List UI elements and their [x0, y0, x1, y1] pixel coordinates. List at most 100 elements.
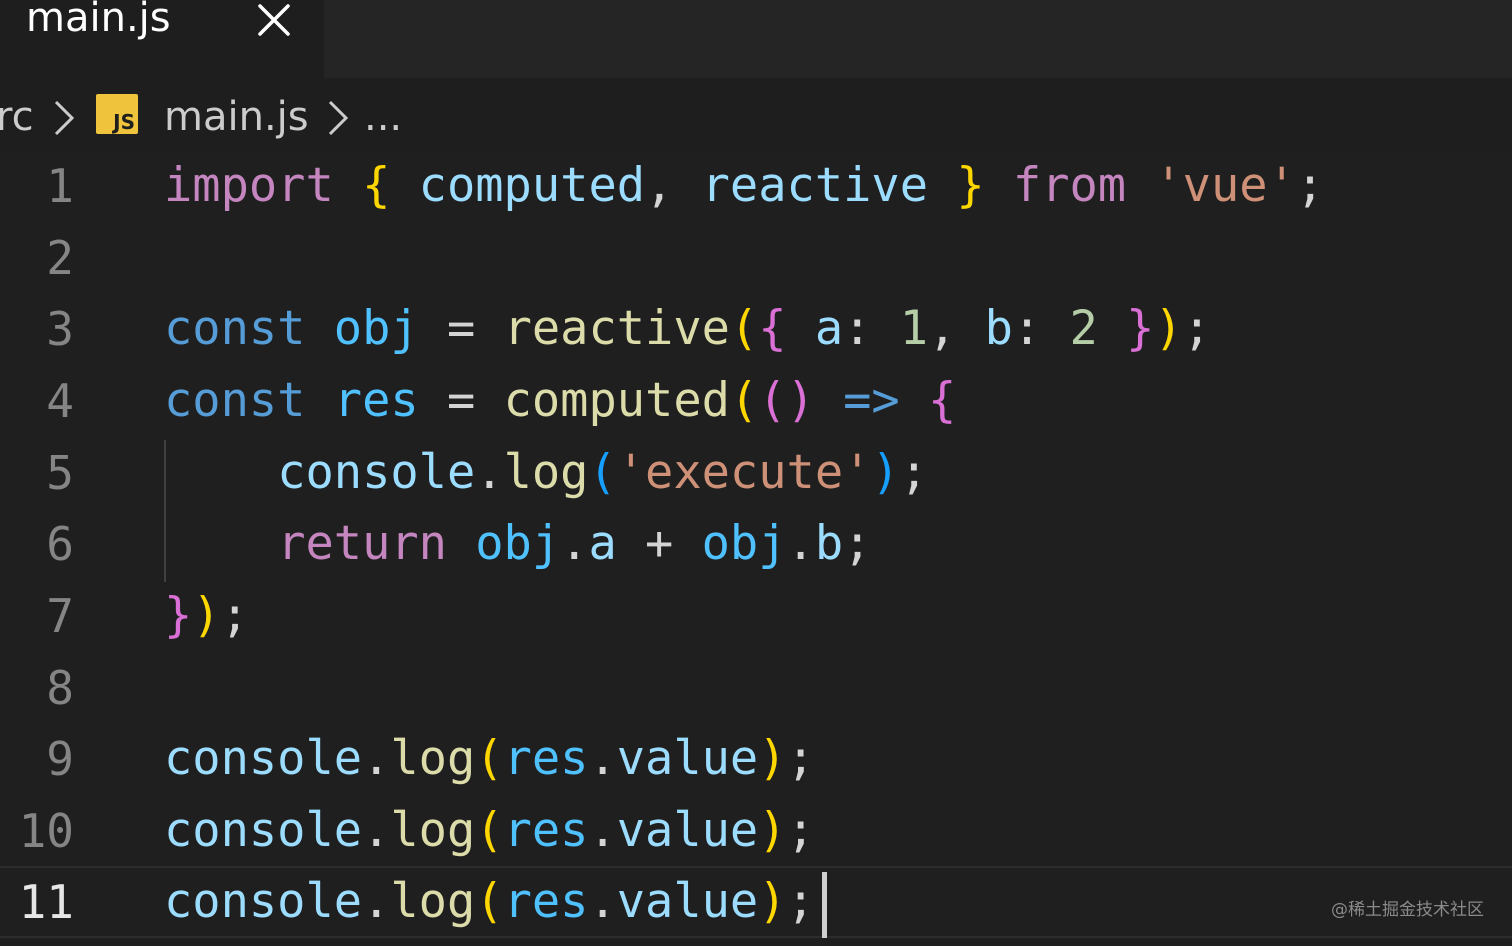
code-token: . — [362, 803, 391, 858]
code-token: . — [588, 731, 617, 786]
code-token: ( — [475, 803, 504, 858]
code-token: a — [588, 516, 617, 571]
code-line[interactable]: 4 const res = computed(() => { — [0, 365, 1512, 437]
code-token: => — [843, 373, 900, 428]
tab-bar: main.js — [0, 0, 1512, 78]
code-token: ( — [588, 445, 617, 500]
line-number: 7 — [46, 589, 74, 643]
code-token: { — [928, 373, 957, 428]
code-token: . — [475, 445, 504, 500]
line-number: 6 — [46, 517, 74, 571]
code-line[interactable]: 6 return obj.a + obj.b; — [0, 508, 1512, 580]
code-line[interactable]: 10 console.log(res.value); — [0, 795, 1512, 867]
code-token: . — [588, 803, 617, 858]
code-token: computed — [503, 373, 730, 428]
code-token: . — [362, 731, 391, 786]
code-line[interactable]: 9 console.log(res.value); — [0, 723, 1512, 795]
code-token: return — [277, 516, 447, 571]
code-token: , — [928, 301, 985, 356]
chevron-right-icon — [52, 98, 76, 138]
code-line[interactable]: 2 — [0, 222, 1512, 294]
breadcrumb-symbols[interactable]: ... — [364, 90, 402, 144]
code-token: ; — [220, 588, 249, 643]
code-token: res — [503, 874, 589, 929]
code-line[interactable]: 11 console.log(res.value); — [0, 866, 1512, 938]
tab-main-js[interactable]: main.js — [0, 0, 324, 78]
code-token: ) — [871, 445, 900, 500]
code-token: . — [362, 874, 391, 929]
code-line[interactable]: 1 import { computed, reactive } from 'vue… — [0, 150, 1512, 222]
tab-title: main.js — [26, 0, 171, 41]
code-token: ; — [899, 445, 929, 500]
code-token: log — [390, 731, 476, 786]
code-token: res — [503, 731, 589, 786]
code-token: 'execute' — [616, 445, 872, 500]
code-token: log — [390, 874, 476, 929]
code-token: ; — [843, 516, 872, 571]
code-editor[interactable]: 1 import { computed, reactive } from 'vue… — [0, 150, 1512, 946]
line-number: 8 — [46, 661, 74, 715]
code-token: value — [616, 731, 759, 786]
code-token: obj — [701, 516, 787, 571]
code-token: : — [1012, 301, 1070, 356]
code-token: res — [333, 373, 419, 428]
code-token: 'vue' — [1154, 158, 1296, 213]
line-number: 10 — [18, 804, 74, 858]
code-text: console.log(res.value); — [164, 874, 815, 930]
breadcrumb-file[interactable]: main.js — [164, 90, 309, 144]
code-line[interactable]: 8 — [0, 652, 1512, 724]
code-token: = — [418, 373, 504, 428]
code-token: + — [616, 516, 702, 571]
indent-guide — [164, 440, 166, 582]
code-token: console — [164, 731, 363, 786]
code-token: { — [758, 301, 787, 356]
code-token: reactive — [701, 158, 929, 213]
code-token: const — [164, 373, 306, 428]
code-text: const res = computed(() => { — [164, 373, 956, 429]
code-token: ; — [1295, 158, 1325, 213]
code-line[interactable]: 5 console.log('execute'); — [0, 437, 1512, 509]
code-token: () — [758, 373, 815, 428]
code-token: from — [1012, 158, 1127, 213]
code-token: 1 — [899, 301, 929, 356]
code-token: , — [645, 158, 702, 213]
code-token: b — [984, 301, 1013, 356]
code-token: . — [588, 874, 617, 929]
code-token: ) — [192, 588, 221, 643]
code-token: ) — [758, 874, 787, 929]
code-line[interactable]: 3 const obj = reactive({ a: 1, b: 2 }); — [0, 293, 1512, 365]
line-number: 4 — [46, 374, 74, 428]
code-token: value — [616, 803, 759, 858]
code-token: ( — [729, 373, 759, 428]
code-token: { — [362, 158, 391, 213]
code-token: } — [164, 588, 193, 643]
code-line[interactable]: 7}); — [0, 580, 1512, 652]
text-cursor — [822, 872, 827, 938]
breadcrumb-folder[interactable]: rc — [0, 90, 34, 144]
code-token: ) — [758, 803, 787, 858]
code-token: import — [164, 158, 334, 213]
code-text: import { computed, reactive } from 'vue'… — [164, 158, 1324, 214]
code-token: ; — [1182, 301, 1211, 356]
code-token: console — [164, 874, 363, 929]
code-text: }); — [164, 588, 249, 644]
line-number: 1 — [46, 159, 74, 213]
code-token: a — [814, 301, 844, 356]
js-file-icon: JS — [96, 94, 138, 134]
close-icon[interactable] — [256, 2, 292, 38]
code-token: ( — [475, 731, 504, 786]
code-text: console.log(res.value); — [164, 803, 815, 859]
